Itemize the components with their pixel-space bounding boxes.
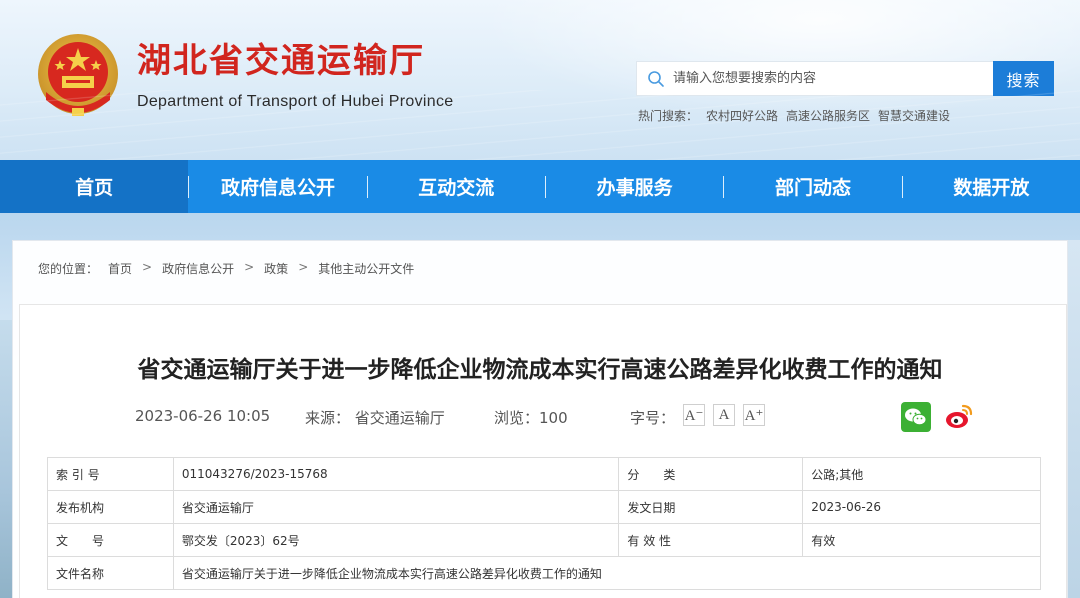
search-input[interactable] xyxy=(673,62,989,95)
breadcrumb-link-other-files[interactable]: 其他主动公开文件 xyxy=(318,260,414,277)
table-row: 文 号 鄂交发〔2023〕62号 有 效 性 有效 xyxy=(47,523,1041,557)
article-title: 省交通运输厅关于进一步降低企业物流成本实行高速公路差异化收费工作的通知 xyxy=(137,357,943,383)
document-info-table: 索 引 号 011043276/2023-15768 分 类 公路;其他 发布机… xyxy=(47,457,1042,590)
breadcrumb: 您的位置： 首页 > 政府信息公开 > 政策 > 其他主动公开文件 xyxy=(38,260,414,277)
info-value: 省交通运输厅关于进一步降低企业物流成本实行高速公路差异化收费工作的通知 xyxy=(172,556,1042,590)
nav-home[interactable]: 首页 xyxy=(0,160,189,213)
views-count: 100 xyxy=(539,409,568,427)
site-title: 湖北省交通运输厅 xyxy=(137,41,425,81)
font-default-button[interactable]: A xyxy=(713,404,735,426)
main-nav: 首页 政府信息公开 互动交流 办事服务 部门动态 数据开放 xyxy=(0,160,1080,213)
info-value: 有效 xyxy=(802,523,1041,557)
search-button[interactable]: 搜索 xyxy=(993,61,1054,96)
article-date: 2023-06-26 10:05 xyxy=(135,407,271,425)
font-decrease-button[interactable]: A⁻ xyxy=(683,404,705,426)
nav-services[interactable]: 办事服务 xyxy=(546,160,723,213)
views-label: 浏览： xyxy=(494,409,540,427)
info-key: 文件名称 xyxy=(47,556,174,590)
info-value: 011043276/2023-15768 xyxy=(172,457,620,491)
background-decoration xyxy=(1068,240,1080,598)
search-box xyxy=(636,61,994,96)
hot-search-label: 热门搜索： xyxy=(638,109,699,123)
article-views: 浏览：100 xyxy=(494,407,568,427)
nav-gov-info[interactable]: 政府信息公开 xyxy=(189,160,366,213)
wechat-icon[interactable] xyxy=(901,402,931,432)
info-key: 发布机构 xyxy=(47,490,174,524)
source-value: 省交通运输厅 xyxy=(354,409,445,427)
hot-search-link[interactable]: 智慧交通建设 xyxy=(878,107,950,124)
table-row: 文件名称 省交通运输厅关于进一步降低企业物流成本实行高速公路差异化收费工作的通知 xyxy=(47,556,1042,590)
site-subtitle: Department of Transport of Hubei Provinc… xyxy=(137,93,454,110)
hot-search: 热门搜索： 农村四好公路 高速公路服务区 智慧交通建设 xyxy=(638,107,950,124)
info-value: 鄂交发〔2023〕62号 xyxy=(172,523,620,557)
info-key: 分 类 xyxy=(618,457,804,491)
info-value: 省交通运输厅 xyxy=(172,490,620,524)
breadcrumb-separator: > xyxy=(142,260,153,274)
table-row: 发布机构 省交通运输厅 发文日期 2023-06-26 xyxy=(47,490,1041,524)
hot-search-link[interactable]: 农村四好公路 xyxy=(706,107,778,124)
info-key: 有 效 性 xyxy=(618,523,804,557)
nav-open-data[interactable]: 数据开放 xyxy=(903,160,1080,213)
breadcrumb-separator: > xyxy=(244,260,255,274)
info-key: 索 引 号 xyxy=(47,457,174,491)
font-increase-button[interactable]: A⁺ xyxy=(743,404,765,426)
nav-dept-news[interactable]: 部门动态 xyxy=(724,160,901,213)
article-source: 来源： 省交通运输厅 xyxy=(305,407,445,427)
info-value: 公路;其他 xyxy=(802,457,1041,491)
source-label: 来源： xyxy=(305,409,351,427)
fontsize-label: 字号： xyxy=(630,409,676,427)
search-icon xyxy=(648,71,664,87)
weibo-icon[interactable] xyxy=(944,402,974,432)
info-key: 发文日期 xyxy=(618,490,804,524)
breadcrumb-link-policy[interactable]: 政策 xyxy=(264,260,288,277)
breadcrumb-link-gov-info[interactable]: 政府信息公开 xyxy=(162,260,234,277)
table-row: 索 引 号 011043276/2023-15768 分 类 公路;其他 xyxy=(47,457,1041,491)
info-key: 文 号 xyxy=(47,523,174,557)
nav-interaction[interactable]: 互动交流 xyxy=(368,160,545,213)
national-emblem-icon[interactable] xyxy=(32,30,124,122)
hot-search-link[interactable]: 高速公路服务区 xyxy=(786,107,870,124)
breadcrumb-prefix: 您的位置： xyxy=(38,262,99,276)
info-value: 2023-06-26 xyxy=(802,490,1041,524)
site-header: 湖北省交通运输厅 Department of Transport of Hube… xyxy=(0,0,1080,160)
breadcrumb-link-home[interactable]: 首页 xyxy=(108,260,132,277)
breadcrumb-separator: > xyxy=(298,260,309,274)
